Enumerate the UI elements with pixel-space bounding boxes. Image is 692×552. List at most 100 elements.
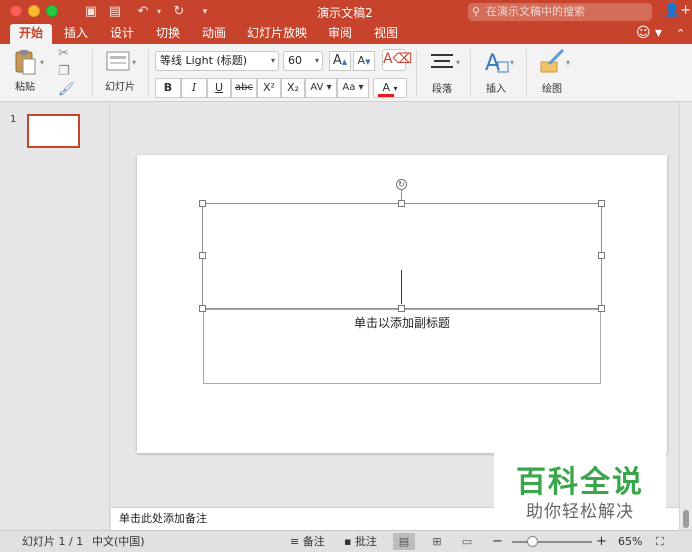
minimize-window-button[interactable] bbox=[28, 5, 40, 17]
zoom-level[interactable]: 65% bbox=[618, 531, 642, 552]
slide-thumbnails-panel: 1 bbox=[0, 102, 110, 530]
grow-font-button[interactable]: A▲ bbox=[329, 51, 351, 71]
zoom-slider[interactable] bbox=[512, 541, 592, 543]
paste-dropdown-icon[interactable]: ▾ bbox=[40, 58, 44, 67]
resize-handle[interactable] bbox=[199, 200, 206, 207]
grow-font-label: A bbox=[332, 53, 342, 68]
chevron-down-icon: ▾ bbox=[393, 84, 398, 93]
resize-handle[interactable] bbox=[199, 305, 206, 312]
slide-layout-button[interactable]: 幻灯片 bbox=[100, 48, 140, 93]
notes-toggle[interactable]: ≡ 备注 bbox=[290, 531, 325, 552]
insert-label: 插入 bbox=[486, 84, 506, 95]
character-spacing-button[interactable]: AV ▾ bbox=[305, 78, 337, 98]
resize-handle[interactable] bbox=[398, 200, 405, 207]
zoom-in-button[interactable]: + bbox=[596, 531, 607, 552]
draw-dropdown-icon[interactable]: ▾ bbox=[566, 58, 570, 67]
title-placeholder[interactable] bbox=[202, 203, 602, 309]
normal-view-icon[interactable]: ▤ bbox=[393, 533, 415, 550]
document-title: 演示文稿2 bbox=[317, 6, 373, 20]
ribbon: 粘贴 ▾ ✂ ❐ 🖌 幻灯片 ▾ 等线 Light (标题) ▾ 60 ▾ A▲… bbox=[0, 44, 692, 102]
paragraph-dropdown-icon[interactable]: ▾ bbox=[456, 58, 460, 67]
comments-toggle-label: 批注 bbox=[354, 535, 377, 548]
change-case-label: Aa bbox=[342, 82, 356, 93]
cut-icon[interactable]: ✂ bbox=[58, 46, 69, 61]
language-indicator[interactable]: 中文(中国) bbox=[92, 531, 145, 552]
paragraph-button[interactable]: 段落 bbox=[422, 50, 462, 95]
maximize-window-button[interactable] bbox=[46, 5, 58, 17]
comments-icon: ▪ bbox=[344, 535, 352, 548]
sidebar-toggle-icon[interactable]: ▣ bbox=[82, 3, 100, 21]
clear-format-icon[interactable]: A⌫ bbox=[382, 49, 412, 71]
font-name-select[interactable]: 等线 Light (标题) ▾ bbox=[155, 51, 279, 71]
format-painter-icon[interactable]: 🖌 bbox=[58, 82, 75, 97]
resize-handle[interactable] bbox=[598, 252, 605, 259]
collapse-ribbon-icon[interactable]: ⌃ bbox=[676, 27, 685, 40]
slide-thumbnail[interactable] bbox=[27, 114, 80, 148]
tab-insert[interactable]: 插入 bbox=[58, 24, 94, 44]
tab-home[interactable]: 开始 bbox=[10, 24, 52, 44]
change-case-button[interactable]: Aa ▾ bbox=[337, 78, 369, 98]
subscript-button[interactable]: X₂ bbox=[281, 78, 305, 98]
fit-window-icon[interactable]: ⛶ bbox=[656, 531, 664, 552]
resize-handle[interactable] bbox=[598, 305, 605, 312]
shrink-font-button[interactable]: A▼ bbox=[353, 51, 375, 71]
subtitle-text: 单击以添加副标题 bbox=[353, 316, 450, 330]
zoom-out-button[interactable]: − bbox=[492, 531, 503, 552]
slide-sorter-icon[interactable]: ⊞ bbox=[426, 533, 448, 550]
tab-animations[interactable]: 动画 bbox=[196, 24, 232, 44]
font-color-label: A bbox=[382, 81, 390, 94]
scrollbar-thumb[interactable] bbox=[683, 510, 689, 528]
undo-dropdown-icon[interactable]: ▾ bbox=[150, 3, 168, 21]
paste-label: 粘贴 bbox=[15, 82, 35, 93]
reading-view-icon[interactable]: ▭ bbox=[456, 533, 478, 550]
font-size-select[interactable]: 60 ▾ bbox=[283, 51, 323, 71]
ribbon-separator bbox=[470, 50, 471, 96]
slide-count: 幻灯片 1 / 1 bbox=[22, 535, 84, 548]
font-color-button[interactable]: A ▾ bbox=[373, 78, 407, 98]
resize-handle[interactable] bbox=[598, 200, 605, 207]
customize-icon[interactable]: ▾ bbox=[196, 3, 214, 21]
notes-toggle-label: 备注 bbox=[302, 535, 325, 548]
resize-handle[interactable] bbox=[199, 252, 206, 259]
draw-button[interactable]: 绘图 bbox=[532, 48, 572, 95]
insert-dropdown-icon[interactable]: ▾ bbox=[510, 58, 514, 67]
strikethrough-button[interactable]: abc bbox=[231, 78, 257, 98]
ribbon-separator bbox=[416, 50, 417, 96]
subtitle-placeholder[interactable]: 单击以添加副标题 bbox=[203, 309, 601, 384]
rotate-handle-icon[interactable]: ↻ bbox=[396, 179, 407, 190]
watermark-title: 百科全说 bbox=[516, 465, 644, 500]
slide-layout-icon bbox=[106, 51, 130, 71]
paragraph-label: 段落 bbox=[432, 84, 452, 95]
insert-button[interactable]: A 插入 bbox=[476, 48, 516, 95]
slide-layout-dropdown-icon[interactable]: ▾ bbox=[132, 58, 136, 67]
tab-design[interactable]: 设计 bbox=[104, 24, 140, 44]
italic-button[interactable]: I bbox=[181, 78, 207, 98]
chevron-down-icon: ▾ bbox=[270, 56, 275, 65]
paste-button[interactable]: 粘贴 bbox=[8, 48, 42, 93]
underline-button[interactable]: U bbox=[207, 78, 231, 98]
bold-button[interactable]: B bbox=[155, 78, 181, 98]
notes-icon: ≡ bbox=[290, 535, 300, 548]
notes-placeholder: 单击此处添加备注 bbox=[119, 512, 207, 525]
share-icon[interactable]: 👤+ bbox=[664, 3, 691, 18]
superscript-button[interactable]: X² bbox=[257, 78, 281, 98]
close-window-button[interactable] bbox=[10, 5, 22, 17]
search-box[interactable]: ⚲ 在演示文稿中的搜索 bbox=[468, 3, 652, 21]
vertical-scrollbar[interactable] bbox=[679, 102, 692, 530]
text-cursor bbox=[401, 270, 402, 304]
tab-slideshow[interactable]: 幻灯片放映 bbox=[244, 24, 310, 44]
redo-icon[interactable]: ↻ bbox=[170, 3, 188, 21]
status-bar: 幻灯片 1 / 1 中文(中国) ≡ 备注 ▪ 批注 ▤ ⊞ ▭ − + 65%… bbox=[0, 530, 692, 552]
copy-icon[interactable]: ❐ bbox=[58, 64, 70, 79]
zoom-slider-knob[interactable] bbox=[527, 536, 538, 547]
tab-review[interactable]: 审阅 bbox=[322, 24, 358, 44]
resize-handle[interactable] bbox=[398, 305, 405, 312]
comments-toggle[interactable]: ▪ 批注 bbox=[344, 531, 377, 552]
slides-label: 幻灯片 bbox=[105, 82, 135, 93]
smiley-icon[interactable]: ☺ ▾ bbox=[636, 25, 662, 41]
tab-transitions[interactable]: 切换 bbox=[150, 24, 186, 44]
font-color-bar bbox=[378, 94, 394, 97]
tab-view[interactable]: 视图 bbox=[368, 24, 404, 44]
font-size-value: 60 bbox=[288, 54, 302, 67]
save-icon[interactable]: ▤ bbox=[106, 3, 124, 21]
